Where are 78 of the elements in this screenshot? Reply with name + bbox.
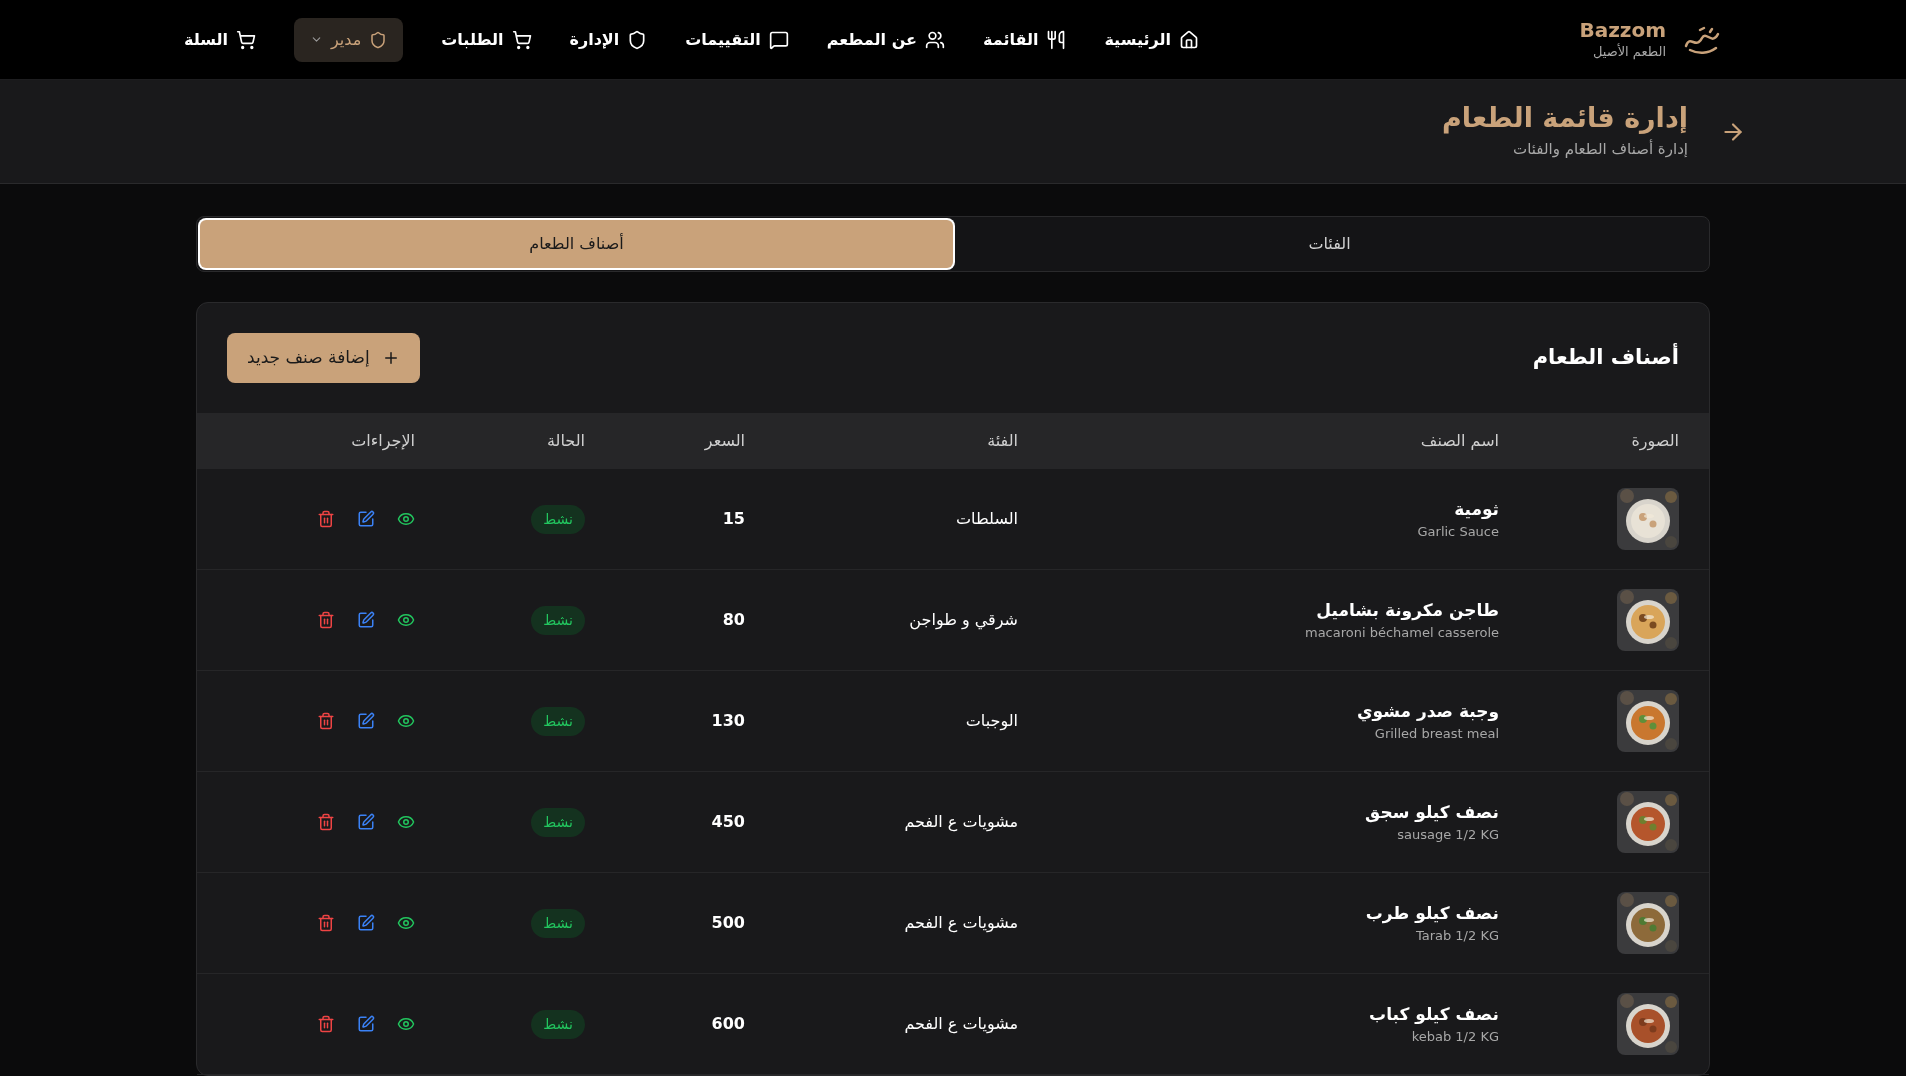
- price-cell-text: 80: [722, 609, 745, 631]
- item-name: طاجن مكرونة بشاميل: [1316, 598, 1499, 623]
- item-name-english: sausage 1/2 KG: [1397, 826, 1499, 844]
- delete-icon[interactable]: [317, 1015, 335, 1033]
- item-name: نصف كيلو سجق: [1365, 800, 1499, 825]
- shield-icon: [627, 29, 648, 50]
- item-name-english: macaroni béchamel casserole: [1304, 624, 1499, 642]
- delete-icon[interactable]: [317, 813, 335, 831]
- delete-icon[interactable]: [317, 914, 335, 932]
- nav-link[interactable]: عن المطعم: [826, 27, 945, 52]
- page-title: إدارة قائمة الطعام: [1442, 102, 1688, 135]
- view-icon[interactable]: [397, 611, 415, 629]
- price-cell-text: 500: [711, 912, 745, 934]
- category-cell-text: مشويات ع الفحم: [904, 811, 1018, 834]
- edit-icon[interactable]: [357, 712, 375, 730]
- nav-link[interactable]: الإدارة: [569, 27, 648, 52]
- user-menu-button[interactable]: مدير: [294, 17, 404, 62]
- add-item-button[interactable]: إضافة صنف جديد: [227, 333, 420, 383]
- edit-icon[interactable]: [357, 1015, 375, 1033]
- view-icon[interactable]: [397, 510, 415, 528]
- delete-icon[interactable]: [317, 510, 335, 528]
- home-icon: [1178, 29, 1199, 50]
- category-cell-text: شرقي و طواجن: [909, 609, 1018, 632]
- price-cell-text: 15: [722, 508, 745, 530]
- nav-link[interactable]: السلة: [184, 27, 256, 52]
- price-cell-text: 130: [711, 710, 745, 732]
- category-cell-text: مشويات ع الفحم: [904, 912, 1018, 935]
- item-name-english: Garlic Sauce: [1417, 523, 1499, 541]
- status-badge: نشط: [531, 605, 585, 635]
- edit-icon[interactable]: [357, 510, 375, 528]
- category-cell-text: الوجبات: [965, 710, 1018, 733]
- status-badge: نشط: [531, 807, 585, 837]
- column-header: الحالة: [547, 430, 585, 452]
- delete-icon[interactable]: [317, 712, 335, 730]
- category-cell-text: مشويات ع الفحم: [904, 1013, 1018, 1036]
- shield-icon: [369, 30, 388, 49]
- view-icon[interactable]: [397, 1015, 415, 1033]
- edit-icon[interactable]: [357, 813, 375, 831]
- item-name: ثومية: [1454, 497, 1499, 521]
- item-name: نصف كيلو كباب: [1369, 1002, 1499, 1026]
- card-title: أصناف الطعام: [1532, 342, 1679, 372]
- delete-icon[interactable]: [317, 611, 335, 629]
- cart-icon: [236, 29, 256, 50]
- price-cell-text: 600: [711, 1013, 745, 1035]
- status-badge: نشط: [531, 908, 585, 938]
- nav-link[interactable]: الطلبات: [441, 27, 532, 52]
- category-cell-text: السلطات: [956, 508, 1018, 530]
- item-name-english: kebab 1/2 KG: [1411, 1028, 1499, 1046]
- column-header: الإجراءات: [351, 430, 415, 453]
- edit-icon[interactable]: [357, 611, 375, 629]
- users-icon: [924, 29, 945, 50]
- page-subtitle: إدارة أصناف الطعام والفئات: [1513, 138, 1688, 161]
- item-name-english: Tarab 1/2 KG: [1415, 927, 1499, 945]
- item-name: نصف كيلو طرب: [1365, 901, 1499, 926]
- item-name-english: Grilled breast meal: [1374, 725, 1499, 743]
- nav-link[interactable]: التقييمات: [685, 27, 789, 52]
- nav-link[interactable]: القائمة: [982, 27, 1067, 52]
- cart-icon: [511, 29, 532, 50]
- status-badge: نشط: [531, 706, 585, 736]
- column-header: الصورة: [1631, 430, 1679, 453]
- price-cell-text: 450: [711, 811, 745, 833]
- view-icon[interactable]: [397, 712, 415, 730]
- status-badge: نشط: [531, 1009, 585, 1039]
- tab[interactable]: الفئات: [953, 220, 1706, 268]
- brand-name: Bazzom: [1579, 17, 1666, 42]
- view-icon[interactable]: [397, 914, 415, 932]
- column-header: اسم الصنف: [1420, 430, 1499, 452]
- fork-knife-icon: [1046, 29, 1067, 50]
- edit-icon[interactable]: [357, 914, 375, 932]
- brand-tagline: الطعم الأصيل: [1592, 42, 1666, 62]
- nav-link[interactable]: الرئيسية: [1104, 27, 1199, 52]
- view-icon[interactable]: [397, 813, 415, 831]
- column-header: السعر: [704, 430, 745, 453]
- item-name: وجبة صدر مشوي: [1357, 699, 1499, 724]
- tab[interactable]: أصناف الطعام: [200, 220, 953, 268]
- column-header: الفئة: [987, 430, 1018, 452]
- chat-bubble-icon: [768, 29, 789, 50]
- status-badge: نشط: [531, 504, 585, 534]
